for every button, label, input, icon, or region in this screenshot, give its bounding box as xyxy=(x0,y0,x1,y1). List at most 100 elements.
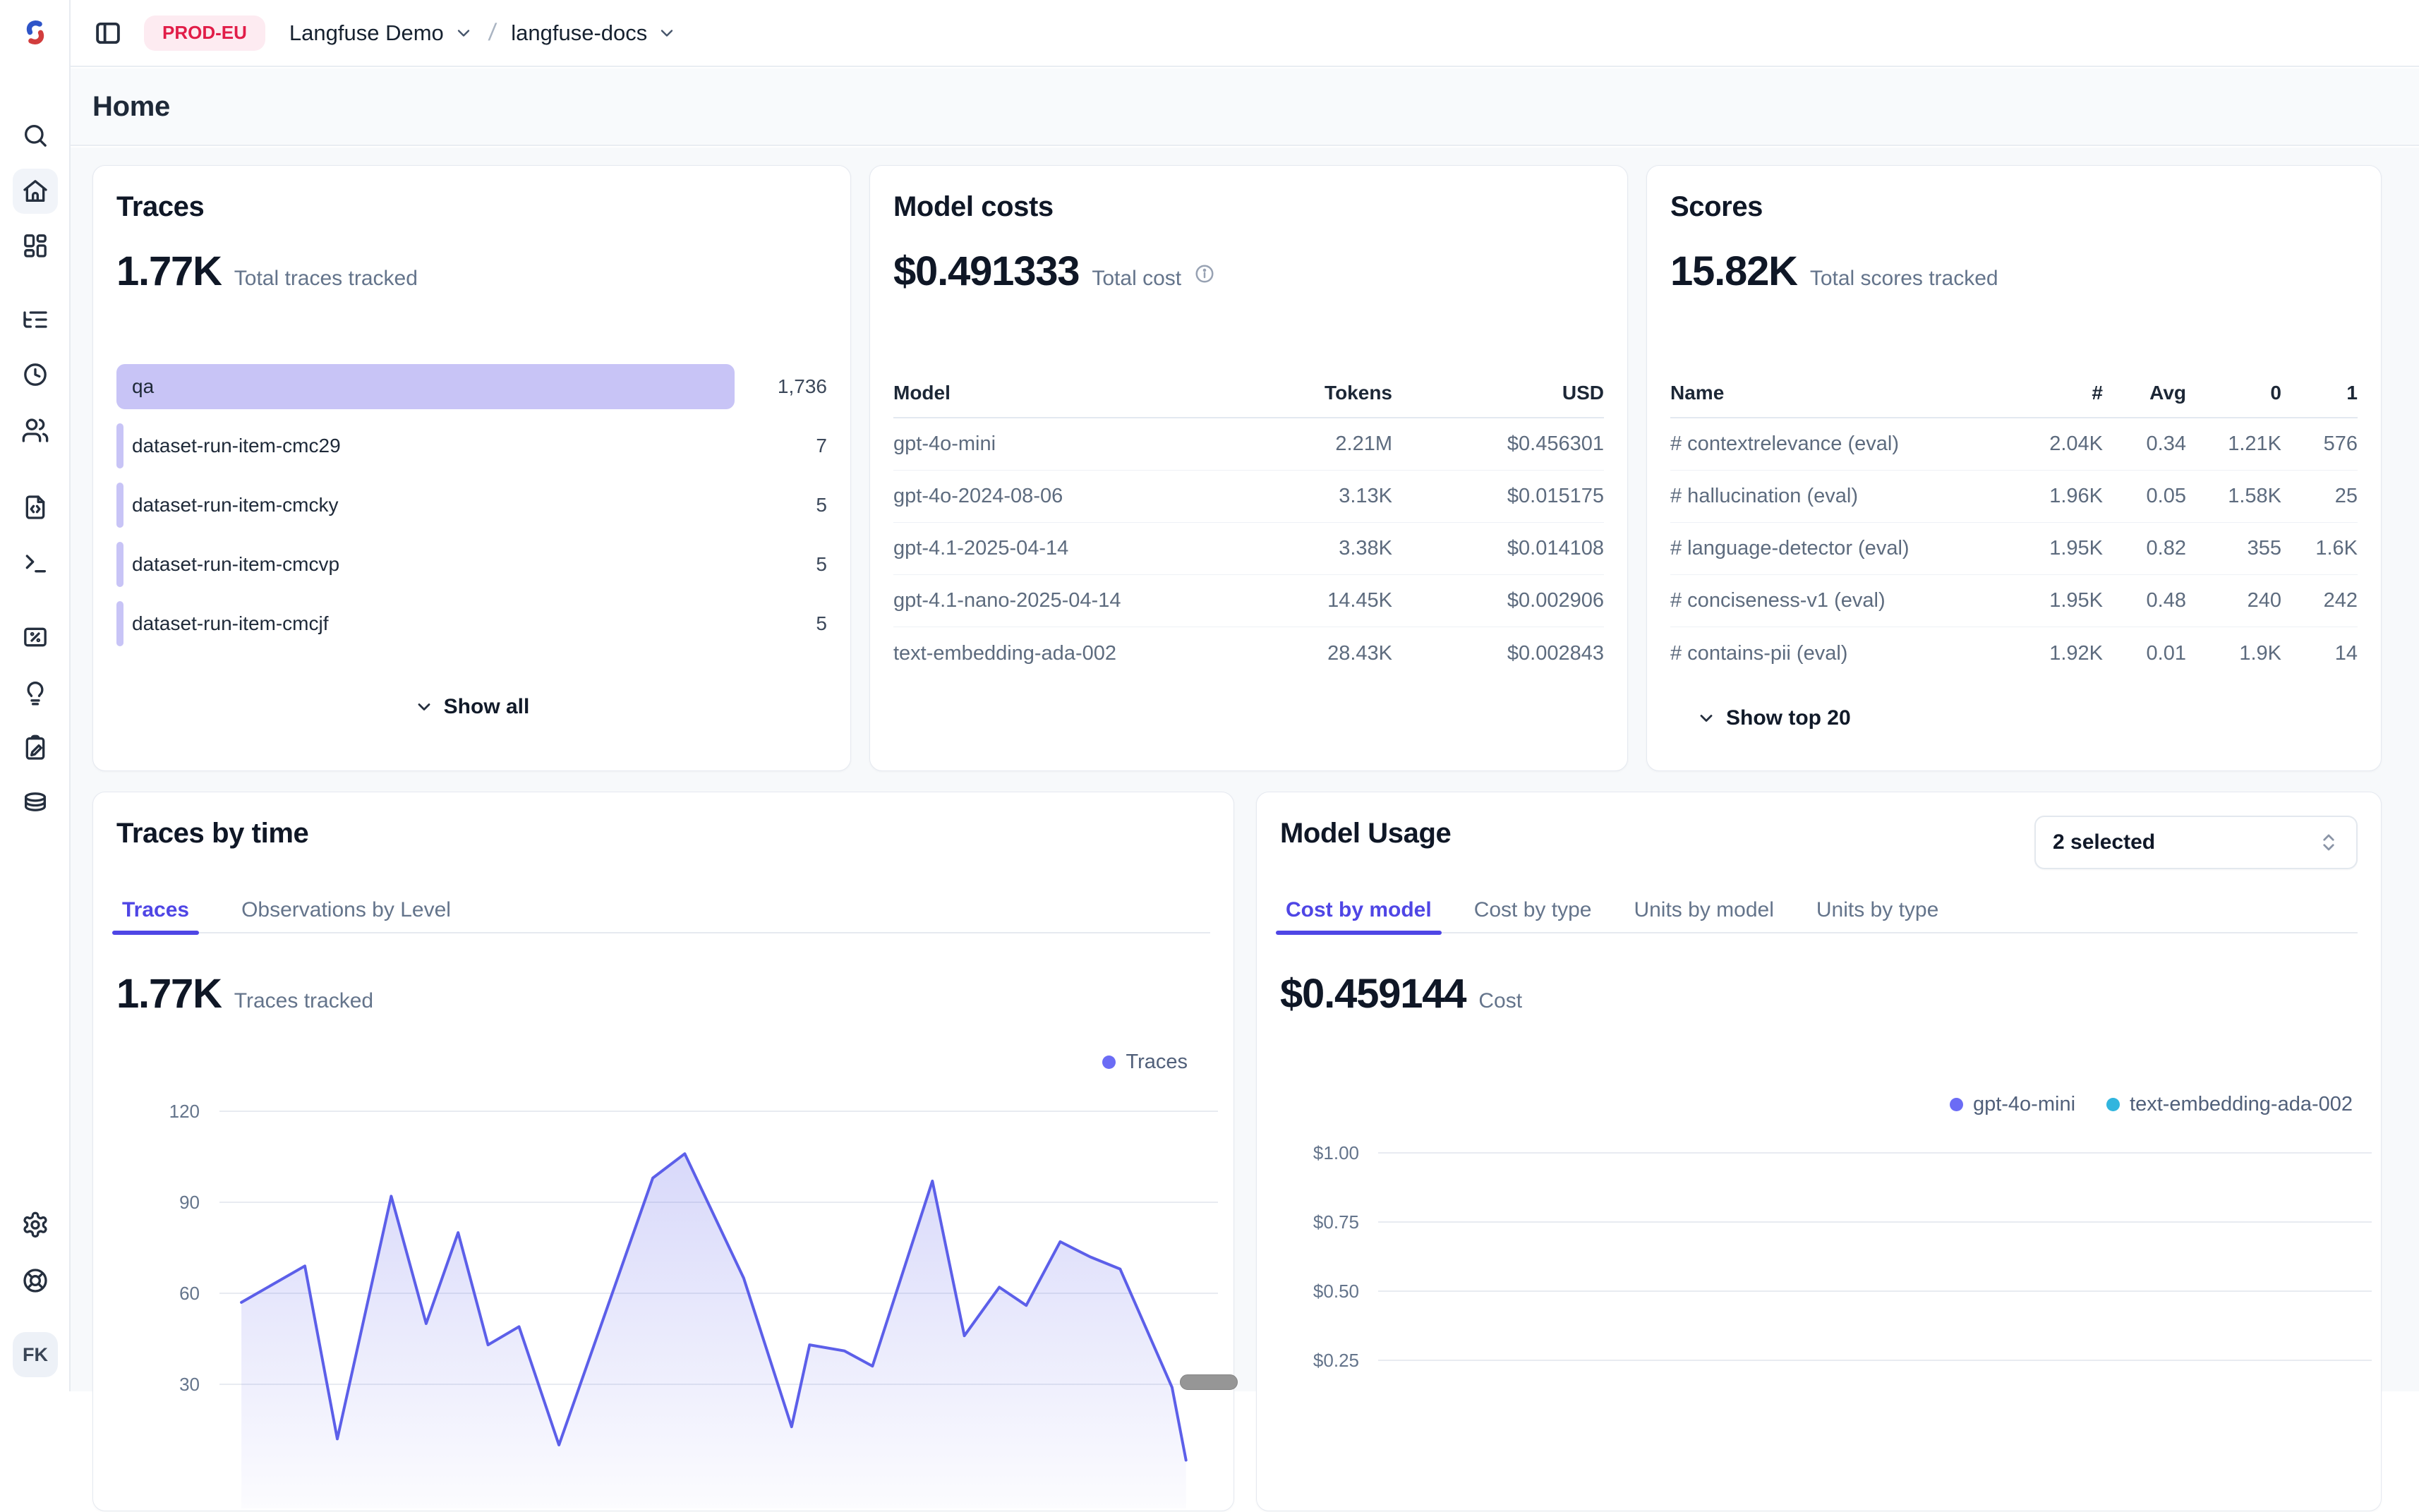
card-title: Traces xyxy=(116,191,204,223)
cell-value: 0.01 xyxy=(2103,642,2186,665)
table-row: # language-detector (eval)1.95K0.823551.… xyxy=(1670,523,2358,575)
cell-name: gpt-4.1-nano-2025-04-14 xyxy=(893,589,1223,612)
cell-value: 1.92K xyxy=(1997,642,2103,665)
cell-value: 2.21M xyxy=(1223,433,1392,456)
user-avatar[interactable]: FK xyxy=(13,1332,58,1377)
trace-name-row[interactable]: dataset-run-item-cmc297 xyxy=(116,423,827,468)
cell-name: # conciseness-v1 (eval) xyxy=(1670,589,1997,612)
chevron-down-icon xyxy=(414,697,434,717)
cell-value: 2.04K xyxy=(1997,433,2103,456)
org-switcher[interactable]: Langfuse Demo xyxy=(289,20,473,46)
traces-by-time-total: 1.77K xyxy=(116,970,222,1017)
tab-observations-by-level[interactable]: Observations by Level xyxy=(236,888,457,932)
sidebar-item-llm-judge[interactable] xyxy=(13,670,58,715)
sidebar-item-evaluation[interactable] xyxy=(13,615,58,660)
svg-text:$0.75: $0.75 xyxy=(1313,1211,1359,1233)
cell-name: # language-detector (eval) xyxy=(1670,537,1997,560)
lightbulb-icon xyxy=(21,679,49,707)
chevron-down-icon xyxy=(657,23,677,43)
svg-text:60: 60 xyxy=(179,1283,200,1304)
table-header-row: ModelTokensUSD xyxy=(893,369,1604,418)
trace-count-value: 5 xyxy=(816,601,827,646)
sidebar-item-annotation[interactable] xyxy=(13,725,58,770)
legend-label: text-embedding-ada-002 xyxy=(2130,1093,2353,1116)
tab-cost-by-model[interactable]: Cost by model xyxy=(1280,888,1437,932)
table-row: gpt-4o-mini2.21M$0.456301 xyxy=(893,418,1604,471)
trace-name-row[interactable]: dataset-run-item-cmcky 5 xyxy=(116,483,827,528)
tab-units-by-type[interactable]: Units by type xyxy=(1811,888,1944,932)
tab-cost-by-type[interactable]: Cost by type xyxy=(1468,888,1598,932)
sidebar-item-support[interactable] xyxy=(13,1258,58,1303)
traces-by-time-tabs: Traces Observations by Level xyxy=(116,888,1210,933)
table-header-row: Name#Avg01 xyxy=(1670,369,2358,418)
traces-card: Traces 1.77K Total traces tracked qa1,73… xyxy=(92,165,851,771)
cell-name: gpt-4.1-2025-04-14 xyxy=(893,537,1223,560)
table-row: gpt-4.1-2025-04-143.38K$0.014108 xyxy=(893,523,1604,575)
show-all-label: Show all xyxy=(444,695,530,719)
trace-name-row[interactable]: dataset-run-item-cmcvp5 xyxy=(116,542,827,587)
project-switcher[interactable]: langfuse-docs xyxy=(511,20,677,46)
database-icon xyxy=(21,790,49,818)
chevrons-up-down-icon xyxy=(2318,832,2339,853)
card-title: Traces by time xyxy=(116,818,308,849)
column-header: USD xyxy=(1392,382,1604,404)
cell-name: # hallucination (eval) xyxy=(1670,485,1997,508)
terminal-icon xyxy=(21,549,49,577)
chevron-down-icon xyxy=(1696,708,1716,728)
trace-name-label: dataset-run-item-cmcky xyxy=(132,483,339,528)
sidebar-item-prompts[interactable] xyxy=(13,485,58,530)
model-select-dropdown[interactable]: 2 selected xyxy=(2034,816,2358,869)
cell-value: 28.43K xyxy=(1223,642,1392,665)
sidebar-item-sessions[interactable] xyxy=(13,352,58,397)
table-row: # contains-pii (eval)1.92K0.011.9K14 xyxy=(1670,627,2358,679)
sidebar-item-playground[interactable] xyxy=(13,540,58,586)
show-top-20-button[interactable]: Show top 20 xyxy=(1696,706,1851,730)
environment-badge[interactable]: PROD-EU xyxy=(144,16,265,51)
trace-count-value: 5 xyxy=(816,483,827,528)
sidebar-item-search[interactable] xyxy=(13,113,58,158)
trace-name-row[interactable]: dataset-run-item-cmcjf 5 xyxy=(116,601,827,646)
column-header: Model xyxy=(893,382,1223,404)
square-percent-icon xyxy=(21,623,49,651)
sidebar-item-dashboards[interactable] xyxy=(13,223,58,268)
cell-value: 1.9K xyxy=(2186,642,2281,665)
sidebar-item-tracing[interactable] xyxy=(13,297,58,342)
page-header: Home xyxy=(71,68,2419,146)
sidebar-item-datasets[interactable] xyxy=(13,781,58,826)
tab-traces[interactable]: Traces xyxy=(116,888,195,932)
cell-value: 1.58K xyxy=(2186,485,2281,508)
sidebar-item-settings[interactable] xyxy=(13,1202,58,1247)
trace-name-label: dataset-run-item-cmcjf xyxy=(132,601,329,646)
svg-text:120: 120 xyxy=(169,1101,200,1122)
top-bar: PROD-EU Langfuse Demo / langfuse-docs xyxy=(71,0,2419,67)
legend-dot xyxy=(1102,1056,1116,1069)
trace-tree-icon xyxy=(21,306,49,334)
tab-units-by-model[interactable]: Units by model xyxy=(1628,888,1779,932)
legend-item: Traces xyxy=(1102,1051,1188,1074)
trace-name-bar-list: qa1,736 dataset-run-item-cmc297 dataset-ru… xyxy=(116,364,827,660)
cell-value: $0.002843 xyxy=(1392,642,1604,665)
cell-value: $0.014108 xyxy=(1392,537,1604,560)
sidebar-item-home[interactable] xyxy=(13,169,58,214)
show-all-button[interactable]: Show all xyxy=(93,695,850,719)
traces-total: 1.77K xyxy=(116,248,222,295)
column-header: 0 xyxy=(2186,382,2281,404)
sidebar-item-users[interactable] xyxy=(13,408,58,453)
traces-subtitle: Total traces tracked xyxy=(234,267,418,291)
trace-count-bar xyxy=(116,483,123,528)
horizontal-scrollbar-thumb[interactable] xyxy=(1180,1374,1238,1390)
model-select-value: 2 selected xyxy=(2053,830,2155,854)
cell-name: gpt-4o-2024-08-06 xyxy=(893,485,1223,508)
cell-name: gpt-4o-mini xyxy=(893,433,1223,456)
trace-name-row[interactable]: qa1,736 xyxy=(116,364,827,409)
trace-count-value: 1,736 xyxy=(778,364,827,409)
svg-text:$1.00: $1.00 xyxy=(1313,1142,1359,1163)
sidebar-toggle-button[interactable] xyxy=(93,18,123,48)
cell-value: $0.015175 xyxy=(1392,485,1604,508)
cell-value: 1.6K xyxy=(2281,537,2358,560)
table-row: # conciseness-v1 (eval)1.95K0.48240242 xyxy=(1670,575,2358,627)
info-icon[interactable] xyxy=(1194,263,1215,284)
clock-icon xyxy=(21,361,49,389)
cell-value: 1.95K xyxy=(1997,537,2103,560)
search-icon xyxy=(21,121,49,150)
